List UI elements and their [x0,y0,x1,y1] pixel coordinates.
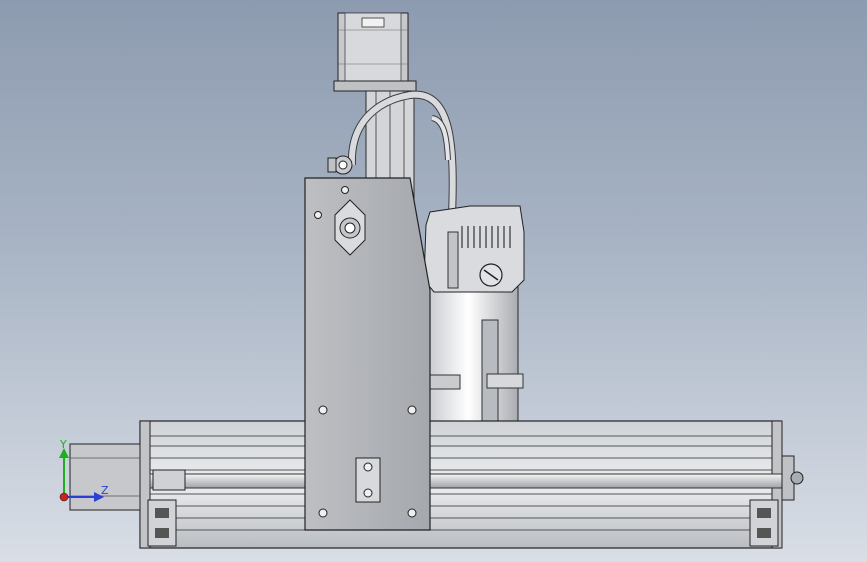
stepper-motor-side[interactable] [69,443,141,511]
cable-clamp [327,155,353,175]
cnc-model-view[interactable]: Y Z [0,0,867,562]
triad-z-label: Z [101,484,109,497]
extrusion-profile-right [749,499,779,547]
cad-viewport[interactable]: Y Z [0,0,867,562]
spindle-motor[interactable] [423,205,525,423]
triad-y-label: Y [59,438,67,451]
z-carriage-plate[interactable] [304,177,431,531]
extrusion-profile-left [147,499,177,547]
stepper-motor-top[interactable] [333,12,417,92]
